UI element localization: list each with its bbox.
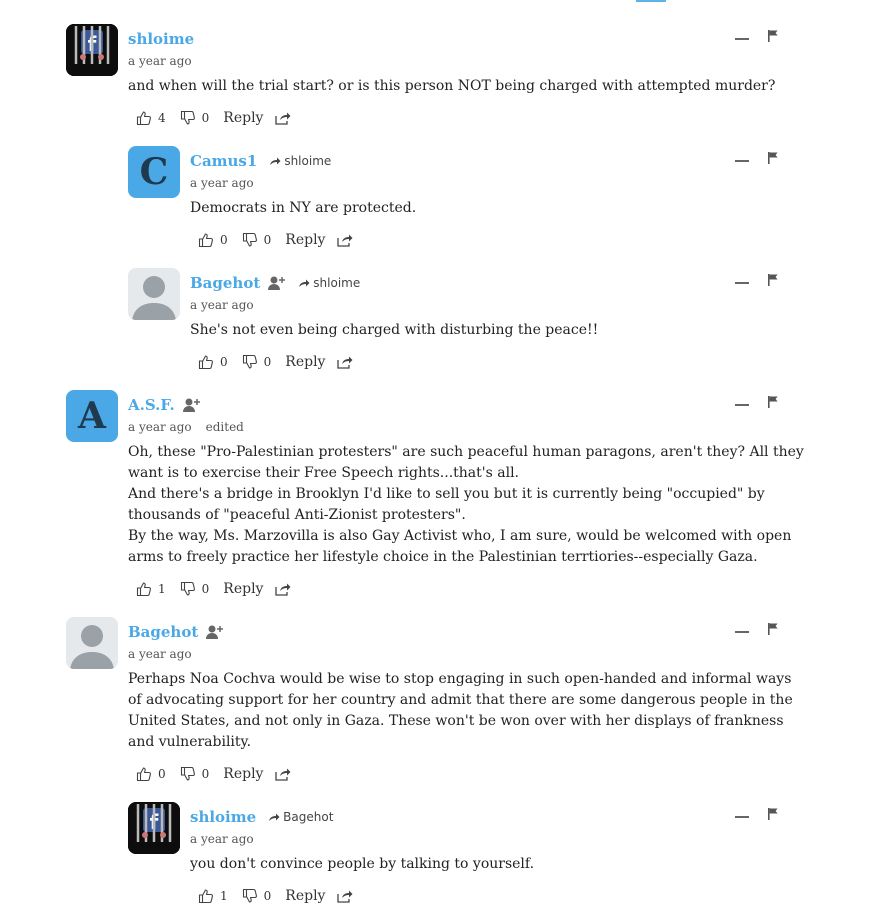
comment-actions: 1 0 Reply (198, 886, 353, 906)
collapse-button[interactable] (735, 404, 749, 406)
avatar[interactable]: A (66, 390, 118, 442)
default-user-avatar-icon (128, 268, 180, 320)
comment-actions: 1 0 Reply (136, 579, 291, 599)
like-count: 0 (220, 233, 228, 247)
share-icon[interactable] (337, 355, 353, 369)
reply-to-link[interactable]: shloime (298, 276, 360, 290)
reply-to-link[interactable]: shloime (269, 154, 331, 168)
like-count: 0 (158, 767, 166, 781)
reply-arrow-icon (299, 279, 310, 287)
thumbs-up-icon[interactable] (198, 354, 214, 370)
collapse-button[interactable] (735, 160, 749, 162)
thumbs-down-icon[interactable] (180, 581, 196, 597)
reply-button[interactable]: Reply (285, 888, 325, 904)
timestamp[interactable]: a year ago (190, 298, 254, 312)
comment-body: and when will the trial start? or is thi… (128, 78, 776, 94)
follow-user-icon[interactable] (268, 275, 286, 291)
facebook-jail-avatar-icon: f (128, 802, 180, 854)
share-icon[interactable] (275, 767, 291, 781)
dislike-count: 0 (263, 355, 272, 369)
author-name[interactable]: shloime (190, 808, 256, 826)
thumbs-up-icon[interactable] (136, 766, 152, 782)
thumbs-up-icon[interactable] (136, 581, 152, 597)
reply-arrow-icon (269, 813, 280, 821)
timestamp[interactable]: a year ago (190, 176, 254, 190)
dislike-count: 0 (263, 233, 272, 247)
comment-body: She's not even being charged with distur… (190, 322, 599, 338)
flag-icon[interactable] (767, 29, 779, 43)
share-icon[interactable] (337, 233, 353, 247)
share-icon[interactable] (275, 582, 291, 596)
comment-actions: 0 0 Reply (136, 764, 291, 784)
reply-button[interactable]: Reply (285, 232, 325, 248)
author-name[interactable]: Camus1 (190, 152, 257, 170)
dislike-count: 0 (201, 767, 210, 781)
comment-actions: 4 0 Reply (136, 108, 291, 128)
comment-body: Perhaps Noa Cochva would be wise to stop… (128, 671, 793, 750)
flag-icon[interactable] (767, 807, 779, 821)
thumbs-up-icon[interactable] (136, 110, 152, 126)
collapse-button[interactable] (735, 631, 749, 633)
share-icon[interactable] (275, 111, 291, 125)
collapse-button[interactable] (735, 282, 749, 284)
follow-user-icon[interactable] (182, 397, 201, 413)
reply-button[interactable]: Reply (223, 581, 263, 597)
facebook-jail-avatar-icon: f (66, 24, 118, 76)
avatar[interactable] (66, 617, 118, 669)
comment-actions: 0 0 Reply (198, 352, 353, 372)
timestamp[interactable]: a year ago (128, 54, 192, 68)
dislike-count: 0 (201, 111, 210, 125)
dislike-count: 0 (263, 889, 272, 903)
avatar[interactable]: f (66, 24, 118, 76)
reply-button[interactable]: Reply (285, 354, 325, 370)
avatar[interactable]: C (128, 146, 180, 198)
comment-actions: 0 0 Reply (198, 230, 353, 250)
reply-arrow-icon (270, 157, 281, 165)
thumbs-down-icon[interactable] (242, 354, 258, 370)
comment-body: Oh, these "Pro-Palestinian protesters" a… (128, 444, 804, 565)
flag-icon[interactable] (767, 395, 779, 409)
thumbs-down-icon[interactable] (242, 232, 258, 248)
comment-body: you don't convince people by talking to … (190, 856, 535, 872)
reply-button[interactable]: Reply (223, 110, 263, 126)
avatar[interactable] (128, 268, 180, 320)
avatar[interactable]: f (128, 802, 180, 854)
author-name[interactable]: Bagehot (190, 274, 260, 292)
follow-user-icon[interactable] (206, 624, 224, 640)
flag-icon[interactable] (767, 622, 779, 636)
timestamp[interactable]: a year ago (190, 832, 254, 846)
like-count: 4 (158, 111, 166, 125)
edited-label: edited (205, 420, 244, 434)
author-name[interactable]: shloime (128, 30, 194, 48)
like-count: 0 (220, 355, 228, 369)
active-tab-indicator (636, 0, 666, 2)
reply-button[interactable]: Reply (223, 766, 263, 782)
thumbs-up-icon[interactable] (198, 232, 214, 248)
like-count: 1 (220, 889, 228, 903)
share-icon[interactable] (337, 889, 353, 903)
author-name[interactable]: Bagehot (128, 623, 198, 641)
default-user-avatar-icon (66, 617, 118, 669)
collapse-button[interactable] (735, 38, 749, 40)
thumbs-up-icon[interactable] (198, 888, 214, 904)
like-count: 1 (158, 582, 166, 596)
flag-icon[interactable] (767, 151, 779, 165)
thumbs-down-icon[interactable] (180, 110, 196, 126)
collapse-button[interactable] (735, 816, 749, 818)
flag-icon[interactable] (767, 273, 779, 287)
thumbs-down-icon[interactable] (242, 888, 258, 904)
thumbs-down-icon[interactable] (180, 766, 196, 782)
comment-body: Democrats in NY are protected. (190, 200, 417, 216)
timestamp[interactable]: a year ago (128, 647, 192, 661)
dislike-count: 0 (201, 582, 210, 596)
timestamp[interactable]: a year ago (128, 420, 192, 434)
author-name[interactable]: A.S.F. (128, 396, 175, 414)
reply-to-link[interactable]: Bagehot (268, 810, 333, 824)
